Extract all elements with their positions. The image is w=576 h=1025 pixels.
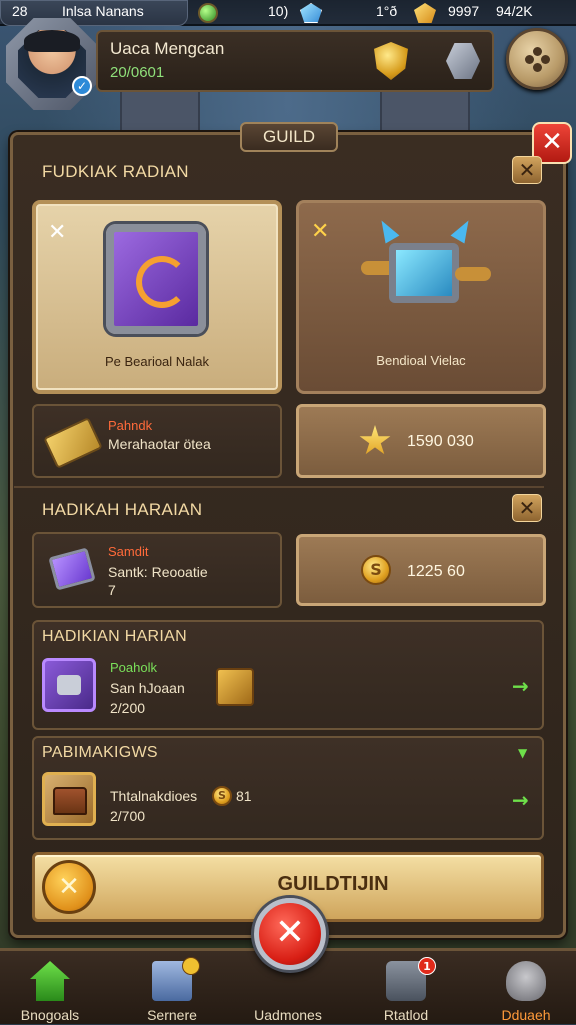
- row-item-desc: Merahaotar ötea: [108, 436, 211, 452]
- nav-item-skull[interactable]: Dduaeh: [476, 957, 576, 1025]
- purple-chest-icon: [106, 224, 206, 334]
- divider: [14, 486, 544, 488]
- coin-value-card[interactable]: S 1225 60: [296, 534, 546, 606]
- avatar-hair: [24, 30, 80, 52]
- row-item-desc: San hJoaan: [110, 680, 185, 696]
- notification-badge: 1: [418, 957, 436, 975]
- row-item-name: Samdit: [108, 544, 149, 559]
- tab-guild[interactable]: GUILD: [240, 122, 338, 152]
- chest-item-frame: [42, 772, 96, 826]
- guild-join-label: GUILDTIJIN: [277, 873, 389, 895]
- reward-card-left[interactable]: ✕ Pe Bearioal Nalak: [32, 200, 282, 394]
- card-left-caption: Pe Bearioal Nalak: [104, 354, 210, 369]
- coin-value: 1225 60: [407, 563, 465, 580]
- row-item-desc: Thtalnakdioes: [110, 788, 198, 804]
- arrow-right-icon[interactable]: →: [512, 674, 529, 698]
- gold-shield-icon[interactable]: [374, 42, 408, 80]
- energy-count: 94/2K: [496, 3, 533, 19]
- nav-label: Uadmones: [254, 1007, 322, 1023]
- section1-close-button[interactable]: ✕: [512, 156, 542, 184]
- section-title-daily-gifts: HADIKAH HARAIAN: [42, 500, 203, 519]
- reward-row-gem-box[interactable]: Samdit Santk: Reooatie 7: [32, 532, 282, 608]
- player-name: Uaca Mengcan: [110, 39, 225, 58]
- ticket-icon: [43, 417, 103, 469]
- helmet-icon: [57, 675, 81, 695]
- status-player-name: Inlsa Nanans: [62, 3, 144, 19]
- row-item-count: 2/700: [110, 808, 146, 824]
- star-value: 1590 030: [407, 433, 474, 450]
- gold-crate-icon: [216, 668, 254, 706]
- chevron-down-icon[interactable]: ▼: [518, 746, 527, 760]
- nav-label: Dduaeh: [501, 1007, 551, 1023]
- verified-badge-icon: ✓: [72, 76, 92, 96]
- treasure-chest-icon: [53, 787, 87, 815]
- player-name-plate: Uaca Mengcan 20/0601: [96, 30, 494, 92]
- coin-icon: S: [212, 786, 232, 806]
- card-right-x-icon[interactable]: ✕: [311, 219, 329, 244]
- coin-icon: S: [361, 555, 391, 585]
- menu-button[interactable]: [506, 28, 568, 90]
- gold-gem-icon[interactable]: [414, 3, 436, 23]
- dots-icon: [525, 47, 550, 72]
- nav-label: Sernere: [147, 1007, 197, 1023]
- guild-bar-x-icon[interactable]: ✕: [42, 860, 96, 914]
- reward-row-chest[interactable]: PABIMAKIGWS ▼ Thtalnakdioes S 81 2/700 →: [32, 736, 544, 840]
- green-orb-icon[interactable]: [198, 3, 218, 23]
- section-title-daily-rewards: FUDKIAK RADIAN: [42, 162, 189, 181]
- status-left-number: 28: [12, 3, 28, 19]
- star-icon: [359, 425, 391, 455]
- section-title-chest: PABIMAKIGWS: [42, 744, 158, 761]
- trophy-count: 1°ð: [376, 3, 398, 19]
- card-right-caption: Bendioal Vielac: [376, 353, 466, 368]
- status-bar: 28 Inlsa Nanans 10) 1°ð 9997 94/2K: [0, 0, 576, 26]
- section-title-daily: HADIKIAN HARIAN: [42, 628, 187, 645]
- gem-icon[interactable]: [300, 3, 322, 23]
- player-level: 20/0601: [110, 64, 165, 81]
- nav-item-phone[interactable]: 1 Rtatlod: [356, 957, 456, 1025]
- nav-label: Bnogoals: [20, 1007, 80, 1023]
- row-item-name: Poaholk: [110, 660, 157, 675]
- gold-badge-icon: [182, 957, 200, 975]
- purple-item-frame: [42, 658, 96, 712]
- arrow-right-icon[interactable]: →: [512, 788, 529, 812]
- row-item-count: 7: [108, 582, 116, 598]
- nav-item-stack[interactable]: Sernere: [122, 957, 222, 1025]
- row-item-name: Pahndk: [108, 418, 153, 433]
- reward-card-right[interactable]: ✕ Bendioal Vielac: [296, 200, 546, 394]
- nav-label: Rtatlod: [383, 1007, 429, 1023]
- home-icon: [30, 961, 70, 1001]
- reward-row-ticket[interactable]: Pahndk Merahaotar ötea: [32, 404, 282, 478]
- skull-icon: [506, 961, 546, 1001]
- gem-box-icon: [48, 547, 96, 591]
- blue-cannon-icon: [359, 216, 491, 313]
- gem-count: 10): [268, 3, 289, 19]
- gold-count: 9997: [448, 3, 480, 19]
- star-value-card[interactable]: 1590 030: [296, 404, 546, 478]
- coin-count: 81: [236, 788, 252, 804]
- center-close-button[interactable]: ✕: [254, 898, 326, 970]
- nav-item-home[interactable]: Bnogoals: [0, 957, 100, 1025]
- silver-hex-icon[interactable]: [446, 43, 480, 79]
- row-item-count: 2/200: [110, 700, 146, 716]
- section2-close-button[interactable]: ✕: [512, 494, 542, 522]
- card-left-x-icon[interactable]: ✕: [48, 220, 66, 245]
- row-item-desc: Santk: Reooatie: [108, 564, 208, 580]
- reward-row-daily[interactable]: HADIKIAN HARIAN Poaholk San hJoaan 2/200…: [32, 620, 544, 730]
